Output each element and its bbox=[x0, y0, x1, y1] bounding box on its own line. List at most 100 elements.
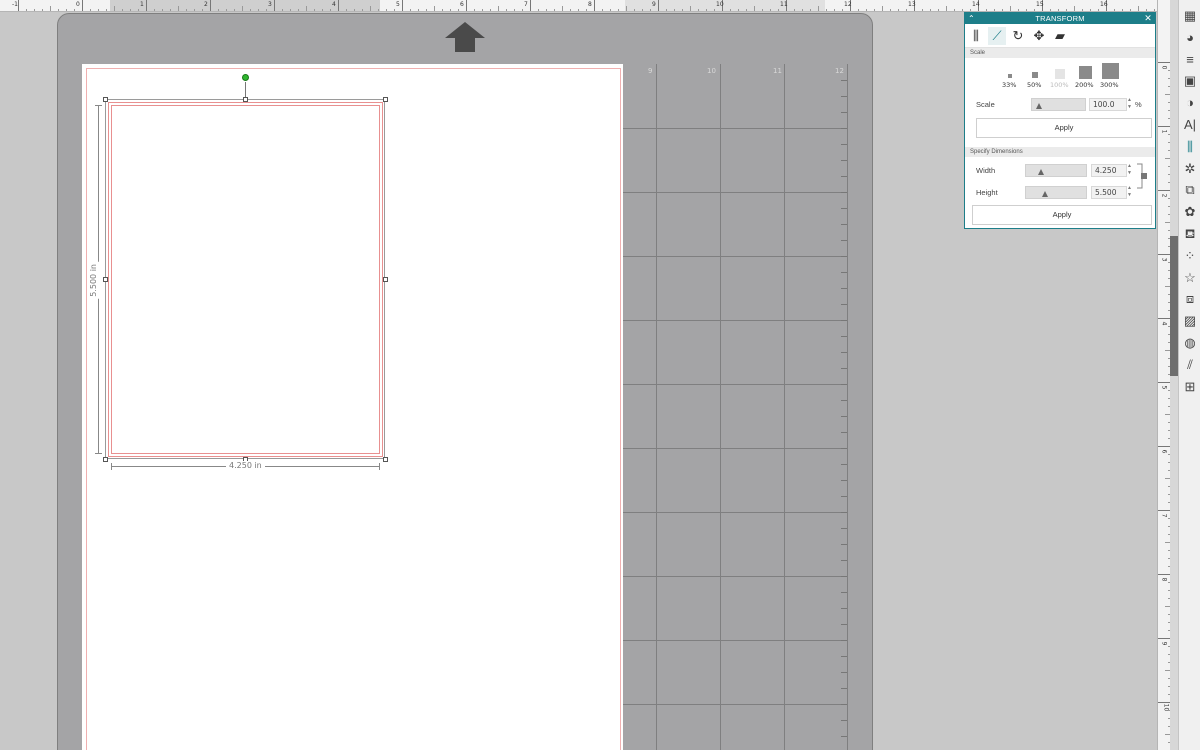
ruler-minor-tick bbox=[746, 9, 747, 11]
vertical-scrollbar-thumb[interactable] bbox=[1170, 236, 1178, 376]
scale-slider-thumb[interactable] bbox=[1036, 103, 1042, 109]
aspect-lock-icon[interactable] bbox=[1137, 163, 1147, 189]
scale-spin-down[interactable]: ▼ bbox=[1127, 105, 1132, 110]
ruler-minor-tick bbox=[1168, 70, 1170, 71]
ruler-minor-tick bbox=[1165, 734, 1170, 735]
modify-icon[interactable]: ⧉ bbox=[1182, 182, 1198, 198]
ruler-minor-tick bbox=[1168, 486, 1170, 487]
ruler-minor-tick bbox=[602, 9, 603, 11]
mat-edge-tick bbox=[841, 272, 847, 273]
ruler-minor-tick bbox=[1168, 438, 1170, 439]
ruler-minor-tick bbox=[1168, 174, 1170, 175]
sketch-icon[interactable]: ⁘ bbox=[1182, 248, 1198, 264]
resize-handle-bottom-right[interactable] bbox=[383, 457, 388, 462]
height-slider[interactable] bbox=[1025, 186, 1087, 199]
ruler-selection-range bbox=[110, 0, 380, 11]
preset-50-label[interactable]: 50% bbox=[1027, 81, 1041, 89]
ruler-minor-tick bbox=[674, 9, 675, 11]
ruler-minor-tick bbox=[1168, 294, 1170, 295]
preset-200-icon[interactable] bbox=[1079, 66, 1092, 79]
ruler-major-tick bbox=[658, 0, 659, 11]
transform-icon[interactable]: ⫼ bbox=[1182, 139, 1198, 155]
preset-200-label[interactable]: 200% bbox=[1075, 81, 1094, 89]
library-icon[interactable]: ☆ bbox=[1182, 270, 1198, 286]
rotate-tab[interactable]: ↻ bbox=[1009, 27, 1027, 45]
height-spin-down[interactable]: ▼ bbox=[1127, 193, 1132, 198]
ruler-minor-tick bbox=[1168, 590, 1170, 591]
height-slider-thumb[interactable] bbox=[1042, 191, 1048, 197]
trace-icon[interactable]: ⛾ bbox=[1182, 226, 1198, 242]
scale-slider[interactable] bbox=[1031, 98, 1086, 111]
ruler-minor-tick bbox=[1165, 286, 1170, 287]
offset-icon[interactable]: ✿ bbox=[1182, 204, 1198, 220]
dimensions-apply-button[interactable]: Apply bbox=[972, 205, 1152, 225]
collapse-icon[interactable]: ⌃ bbox=[968, 13, 975, 24]
width-spin-down[interactable]: ▼ bbox=[1127, 171, 1132, 176]
pattern-icon[interactable]: ▨ bbox=[1182, 313, 1198, 329]
move-tab[interactable]: ✥ bbox=[1030, 27, 1048, 45]
preset-33-label[interactable]: 33% bbox=[1002, 81, 1016, 89]
shear-tab[interactable]: ▰ bbox=[1051, 27, 1069, 45]
ruler-minor-tick bbox=[1165, 350, 1170, 351]
ruler-minor-tick bbox=[1168, 230, 1170, 231]
page-setup-icon[interactable]: ▦ bbox=[1182, 8, 1198, 24]
resize-handle-top[interactable] bbox=[243, 97, 248, 102]
width-slider[interactable] bbox=[1025, 164, 1087, 177]
width-input[interactable]: 4.250 bbox=[1091, 164, 1127, 177]
ruler-minor-tick bbox=[1168, 334, 1170, 335]
preset-300-icon[interactable] bbox=[1102, 63, 1119, 79]
align-tab[interactable]: ⫼ bbox=[967, 27, 985, 45]
resize-handle-left[interactable] bbox=[103, 277, 108, 282]
resize-handle-right[interactable] bbox=[383, 277, 388, 282]
fill-panel-icon[interactable]: ◕ bbox=[1182, 30, 1198, 46]
preset-33-icon[interactable] bbox=[1008, 74, 1012, 78]
preset-300-label[interactable]: 300% bbox=[1100, 81, 1119, 89]
ruler-minor-tick bbox=[634, 9, 635, 11]
resize-handle-bottom-left[interactable] bbox=[103, 457, 108, 462]
resize-handle-top-right[interactable] bbox=[383, 97, 388, 102]
ruler-label: 8 bbox=[588, 1, 592, 8]
ruler-minor-tick bbox=[346, 9, 347, 11]
width-slider-thumb[interactable] bbox=[1038, 169, 1044, 175]
scale-apply-button[interactable]: Apply bbox=[976, 118, 1152, 138]
ruler-minor-tick bbox=[418, 9, 419, 11]
ruler-minor-tick bbox=[706, 9, 707, 11]
rhinestone-icon[interactable]: ◍ bbox=[1182, 335, 1198, 351]
scale-icon: ⟋ bbox=[992, 28, 1002, 43]
preset-100-icon[interactable] bbox=[1055, 69, 1065, 79]
scale-spin-up[interactable]: ▲ bbox=[1127, 98, 1132, 103]
height-spin-up[interactable]: ▲ bbox=[1127, 186, 1132, 191]
shadow-icon[interactable]: ▣ bbox=[1182, 73, 1198, 89]
ruler-label: 1 bbox=[140, 1, 144, 8]
ruler-minor-tick bbox=[866, 9, 867, 11]
ruler-minor-tick bbox=[826, 9, 827, 11]
replicate-icon[interactable]: ✲ bbox=[1182, 161, 1198, 177]
height-input[interactable]: 5.500 bbox=[1091, 186, 1127, 199]
text-style-icon[interactable]: A| bbox=[1182, 117, 1198, 133]
scale-tab[interactable]: ⟋ bbox=[988, 27, 1006, 45]
ruler-minor-tick bbox=[1165, 414, 1170, 415]
warp-icon[interactable]: ⊞ bbox=[1182, 379, 1198, 395]
ruler-label: -1 bbox=[12, 1, 18, 8]
card-shape-inner[interactable] bbox=[111, 105, 380, 454]
mat-edge-tick bbox=[841, 416, 847, 417]
rotate-handle[interactable] bbox=[242, 74, 249, 81]
scale-input[interactable]: 100.0 bbox=[1089, 98, 1127, 111]
ruler-minor-tick bbox=[946, 6, 947, 11]
ruler-minor-tick bbox=[538, 9, 539, 11]
ruler-major-tick bbox=[1158, 382, 1170, 383]
ruler-minor-tick bbox=[354, 9, 355, 11]
send-icon[interactable]: ⧈ bbox=[1182, 291, 1198, 307]
preset-50-icon[interactable] bbox=[1032, 72, 1038, 78]
line-style-icon[interactable]: ≡ bbox=[1182, 52, 1198, 68]
ruler-minor-tick bbox=[410, 9, 411, 11]
width-spin-up[interactable]: ▲ bbox=[1127, 164, 1132, 169]
ruler-minor-tick bbox=[186, 9, 187, 11]
close-icon[interactable]: ✕ bbox=[1144, 13, 1152, 24]
resize-handle-top-left[interactable] bbox=[103, 97, 108, 102]
panel-title-bar[interactable]: ⌃ TRANSFORM ✕ bbox=[965, 13, 1155, 24]
width-dimension-label: 4.250 in bbox=[226, 461, 265, 471]
image-effects-icon[interactable]: ◑ bbox=[1182, 95, 1198, 111]
preset-100-label[interactable]: 100% bbox=[1050, 81, 1069, 89]
print-then-cut-icon[interactable]: ⫽ bbox=[1182, 357, 1198, 373]
